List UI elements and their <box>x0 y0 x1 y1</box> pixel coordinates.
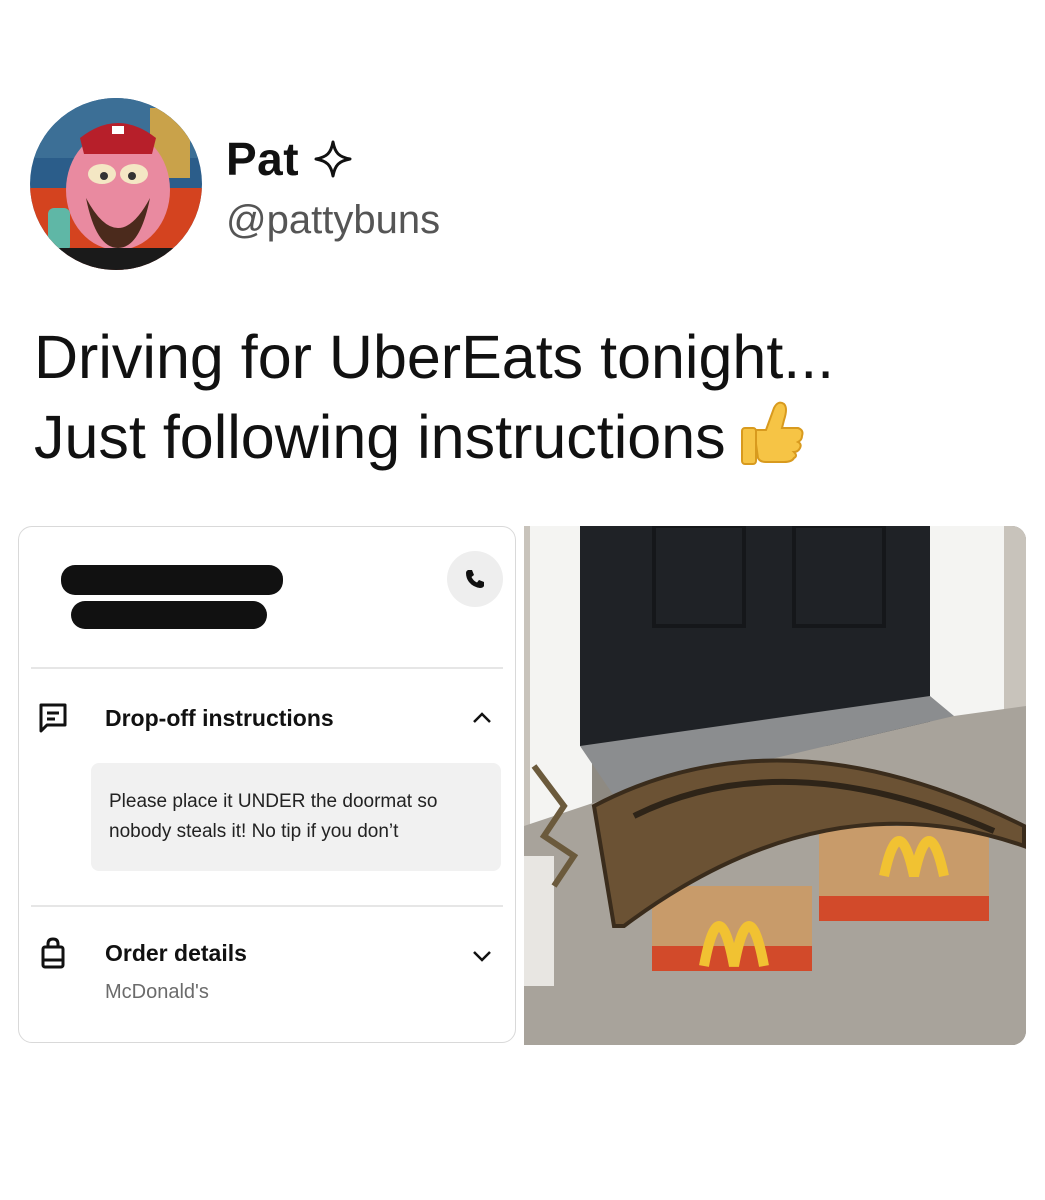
profile-avatar[interactable] <box>30 98 202 270</box>
dropoff-note-line-2: nobody steals it! No tip if you don’t <box>109 821 399 842</box>
dropoff-title[interactable]: Drop-off instructions <box>105 705 334 732</box>
dropoff-note-line-1: Please place it UNDER the doormat so <box>109 791 438 812</box>
display-name-row[interactable]: Pat <box>226 132 353 186</box>
divider <box>31 667 503 669</box>
restaurant-name: McDonald's <box>105 981 209 1003</box>
thumbs-up-emoji <box>740 401 804 465</box>
delivery-card: Drop-off instructions Please place it UN… <box>18 526 516 1043</box>
tweet-text: Driving for UberEats tonight... Just fol… <box>34 318 1014 476</box>
shopping-bag-icon <box>41 937 65 969</box>
chevron-up-icon[interactable] <box>471 707 493 729</box>
divider <box>31 905 503 907</box>
order-details-title[interactable]: Order details <box>105 940 247 967</box>
redacted-name <box>61 565 283 595</box>
dropoff-note: Please place it UNDER the doormat so nob… <box>91 763 501 871</box>
display-name[interactable]: Pat <box>226 132 299 186</box>
message-icon <box>39 703 67 733</box>
tweet-text-line-2: Just following instructions <box>34 396 1014 476</box>
redacted-address <box>71 601 267 629</box>
sparkle-badge-icon <box>314 140 352 178</box>
chevron-down-icon[interactable] <box>471 945 493 967</box>
user-handle[interactable]: @pattybuns <box>226 198 440 243</box>
delivery-photo[interactable] <box>524 526 1026 1045</box>
tweet-text-line-1: Driving for UberEats tonight... <box>34 323 835 391</box>
phone-icon <box>466 570 484 588</box>
call-button[interactable] <box>447 551 503 607</box>
tweet-text-line-2-text: Just following instructions <box>34 403 726 471</box>
